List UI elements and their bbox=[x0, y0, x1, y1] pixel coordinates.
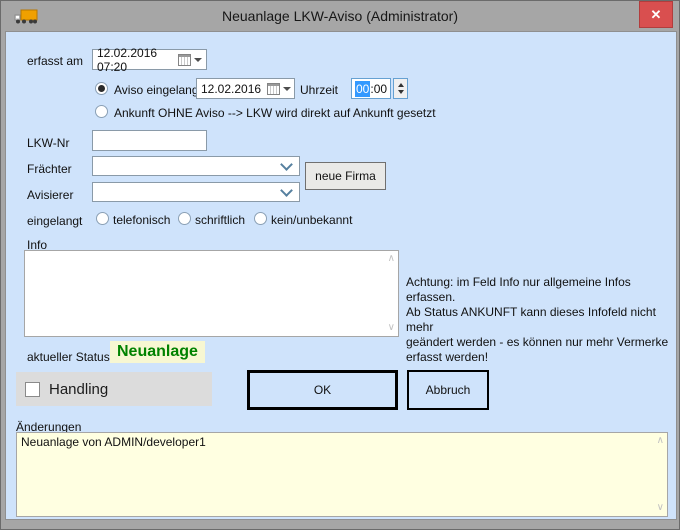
handling-panel: Handling bbox=[16, 372, 212, 406]
close-button[interactable]: ✕ bbox=[639, 1, 673, 28]
uhrzeit-label: Uhrzeit bbox=[300, 83, 338, 97]
scroll-down-icon[interactable]: ∨ bbox=[388, 323, 395, 333]
chevron-down-icon bbox=[280, 184, 293, 197]
radio-schriftlich-label[interactable]: schriftlich bbox=[195, 213, 245, 227]
calendar-icon bbox=[267, 83, 280, 95]
radio-schriftlich[interactable] bbox=[178, 212, 191, 225]
erfasst-am-label: erfasst am bbox=[27, 54, 83, 68]
warning-line: erfasst werden! bbox=[406, 350, 676, 365]
erfasst-am-datetime-picker[interactable]: 12.02.2016 07:20 bbox=[92, 49, 207, 70]
scroll-up-icon[interactable]: ∧ bbox=[388, 254, 395, 264]
titlebar: Neuanlage LKW-Aviso (Administrator) ✕ bbox=[1, 1, 679, 31]
warning-line: Achtung: im Feld Info nur allgemeine Inf… bbox=[406, 275, 676, 305]
eingelangt-label: eingelangt bbox=[27, 214, 82, 228]
radio-aviso-eingelangt[interactable] bbox=[95, 82, 108, 95]
dropdown-arrow-icon bbox=[194, 58, 202, 62]
uhrzeit-spinner[interactable]: 00:00 bbox=[351, 78, 408, 99]
warning-line: Ab Status ANKUNFT kann dieses Infofeld n… bbox=[406, 305, 676, 335]
warning-line: geändert werden - es können nur mehr Ver… bbox=[406, 335, 676, 350]
time-spin-buttons[interactable] bbox=[393, 78, 408, 99]
radio-telefonisch-label[interactable]: telefonisch bbox=[113, 213, 170, 227]
time-value[interactable]: 00:00 bbox=[351, 78, 391, 99]
spin-up-icon[interactable] bbox=[398, 83, 404, 87]
avisierer-combobox[interactable] bbox=[92, 182, 300, 202]
radio-telefonisch[interactable] bbox=[96, 212, 109, 225]
chevron-down-icon bbox=[280, 158, 293, 171]
handling-checkbox[interactable] bbox=[25, 382, 40, 397]
info-warning-text: Achtung: im Feld Info nur allgemeine Inf… bbox=[406, 275, 676, 365]
radio-kein-unbekannt[interactable] bbox=[254, 212, 267, 225]
dialog-window: Neuanlage LKW-Aviso (Administrator) ✕ er… bbox=[0, 0, 680, 530]
lkw-nr-input[interactable] bbox=[97, 131, 202, 150]
info-textarea[interactable] bbox=[25, 251, 398, 336]
aviso-date-picker[interactable]: 12.02.2016 bbox=[196, 78, 295, 99]
aenderungen-textarea-wrap: Neuanlage von ADMIN/developer1 ∧ ∨ bbox=[16, 432, 668, 517]
status-badge: Neuanlage bbox=[110, 341, 205, 363]
aktueller-status-label: aktueller Status bbox=[27, 350, 110, 364]
calendar-icon bbox=[178, 54, 191, 66]
lkw-nr-input-wrap bbox=[92, 130, 207, 151]
dropdown-arrow-icon bbox=[283, 87, 291, 91]
dialog-body: erfasst am 12.02.2016 07:20 Aviso eingel… bbox=[5, 31, 677, 520]
fraechter-label: Frächter bbox=[27, 162, 72, 176]
abbruch-button[interactable]: Abbruch bbox=[407, 370, 489, 410]
radio-aviso-eingelangt-label[interactable]: Aviso eingelangt bbox=[114, 83, 202, 97]
radio-ankunft-ohne-aviso[interactable] bbox=[95, 105, 108, 118]
fraechter-combobox[interactable] bbox=[92, 156, 300, 176]
handling-label[interactable]: Handling bbox=[49, 381, 108, 398]
neue-firma-button[interactable]: neue Firma bbox=[305, 162, 386, 190]
window-title: Neuanlage LKW-Aviso (Administrator) bbox=[1, 8, 679, 24]
erfasst-am-value: 12.02.2016 07:20 bbox=[97, 46, 172, 74]
aenderungen-textarea[interactable]: Neuanlage von ADMIN/developer1 bbox=[17, 433, 667, 516]
scroll-down-icon[interactable]: ∨ bbox=[657, 503, 664, 513]
scroll-up-icon[interactable]: ∧ bbox=[657, 436, 664, 446]
info-textarea-wrap: ∧ ∨ bbox=[24, 250, 399, 337]
spin-down-icon[interactable] bbox=[398, 90, 404, 94]
lkw-nr-label: LKW-Nr bbox=[27, 136, 69, 150]
radio-ankunft-ohne-aviso-label[interactable]: Ankunft OHNE Aviso --> LKW wird direkt a… bbox=[114, 106, 436, 120]
avisierer-label: Avisierer bbox=[27, 188, 73, 202]
time-minutes: 00 bbox=[374, 82, 387, 96]
ok-button[interactable]: OK bbox=[247, 370, 398, 410]
time-hours-selected: 00 bbox=[355, 81, 370, 97]
radio-kein-unbekannt-label[interactable]: kein/unbekannt bbox=[271, 213, 352, 227]
aviso-date-value: 12.02.2016 bbox=[201, 82, 261, 96]
